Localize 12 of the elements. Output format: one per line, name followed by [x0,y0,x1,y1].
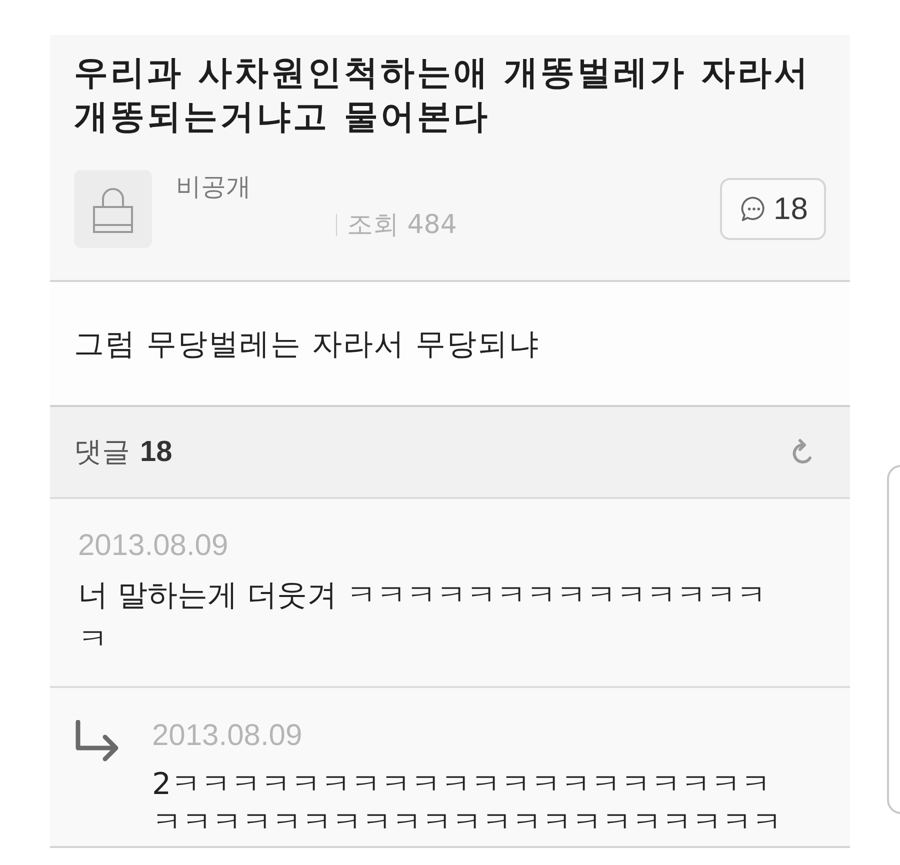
comments-label: 댓글 [74,434,130,470]
author-name: 비공개 [176,172,252,202]
comments-count: 18 [140,436,172,468]
reply-date: 2013.08.09 [152,718,304,754]
lock-icon [74,170,152,248]
post-title: 우리과 사차원인척하는애 개똥벌레가 자라서 개똥되는거냐고 물어본다 [74,52,812,139]
post-body: 그럼 무당벌레는 자라서 무당되냐 [74,326,541,364]
view-count: 조회 484 [347,210,457,240]
comment-text: 너 말하는게 더웃겨 ㅋㅋㅋㅋㅋㅋㅋㅋㅋㅋㅋㅋㅋㅋㅋ [78,577,768,659]
reply-text: 2ㅋㅋㅋㅋㅋㅋㅋㅋㅋㅋㅋㅋㅋㅋㅋㅋㅋㅋㅋㅋㅋㅋㅋㅋㅋㅋㅋㅋㅋㅋㅋㅋㅋㅋㅋㅋㅋㅋㅋㅋㅋ [152,766,783,842]
comment-date: 2013.08.09 [78,528,230,564]
comment-count-button[interactable]: 18 [720,178,826,240]
